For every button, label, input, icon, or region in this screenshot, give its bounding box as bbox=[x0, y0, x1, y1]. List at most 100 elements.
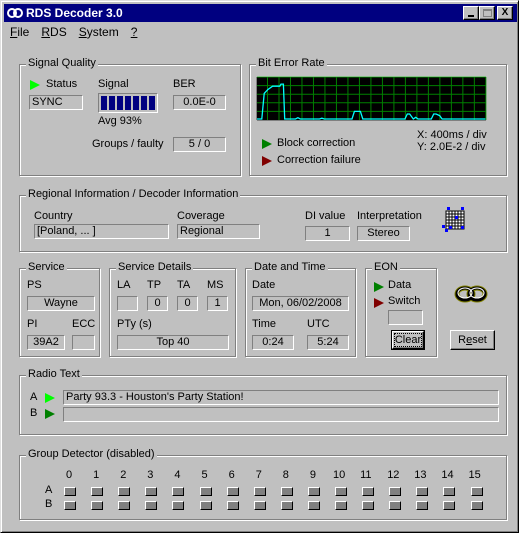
utc-label: UTC bbox=[307, 318, 330, 330]
la-label: LA bbox=[117, 279, 131, 291]
group-led-a-15 bbox=[470, 487, 483, 496]
service-details-title: Service Details bbox=[116, 261, 194, 273]
clear-button[interactable]: Clear bbox=[391, 330, 425, 350]
group-led-a-12 bbox=[389, 487, 402, 496]
radio-text-a-label: A bbox=[30, 391, 38, 403]
signal-quality-title: Signal Quality bbox=[26, 57, 98, 69]
group-led-a-8 bbox=[280, 487, 293, 496]
ecc-field bbox=[72, 335, 95, 350]
pi-label: PI bbox=[27, 318, 38, 330]
radio-text-group: Radio Text A Party 93.3 - Houston's Part… bbox=[19, 368, 507, 435]
status-label: Status bbox=[46, 78, 78, 90]
close-icon: X bbox=[501, 7, 509, 18]
radio-text-title: Radio Text bbox=[26, 368, 82, 380]
coverage-label: Coverage bbox=[177, 210, 225, 222]
la-field bbox=[117, 296, 138, 311]
group-column-label: 0 bbox=[66, 469, 73, 481]
group-led-a-6 bbox=[226, 487, 239, 496]
group-column-label: 11 bbox=[360, 469, 372, 481]
regional-info-title: Regional Information / Decoder Informati… bbox=[26, 188, 241, 200]
ms-label: MS bbox=[207, 279, 224, 291]
pi-field: 39A2 bbox=[27, 335, 65, 350]
signal-level-meter bbox=[98, 93, 158, 113]
group-column-label: 12 bbox=[387, 469, 400, 481]
status-field: SYNC bbox=[29, 95, 83, 110]
group-led-b-11 bbox=[362, 501, 375, 510]
main-window: RDS Decoder 3.0 X File RDS System ? Sign… bbox=[0, 0, 519, 533]
regional-info-group: Regional Information / Decoder Informati… bbox=[19, 188, 507, 252]
tp-label: TP bbox=[147, 279, 162, 291]
bit-error-rate-title: Bit Error Rate bbox=[256, 57, 327, 69]
group-led-a-5 bbox=[199, 487, 212, 496]
radio-text-a-field: Party 93.3 - Houston's Party Station! bbox=[63, 390, 499, 405]
group-led-b-8 bbox=[280, 501, 293, 510]
correction-failure-label: Correction failure bbox=[277, 154, 361, 166]
window-title: RDS Decoder 3.0 bbox=[26, 6, 123, 20]
group-column-label: 6 bbox=[228, 469, 235, 481]
country-field: [Poland, ... ] bbox=[34, 224, 169, 239]
minimize-button[interactable] bbox=[463, 6, 479, 20]
reset-button-label: Reset bbox=[458, 334, 487, 346]
groups-faulty-field: 5 / 0 bbox=[173, 137, 226, 152]
menu-rds[interactable]: RDS bbox=[35, 25, 72, 39]
group-led-a-3 bbox=[145, 487, 158, 496]
group-led-b-13 bbox=[416, 501, 429, 510]
eon-switch-field bbox=[388, 310, 423, 325]
menu-system[interactable]: System bbox=[73, 25, 125, 39]
group-column-label: 7 bbox=[255, 469, 262, 481]
group-column-label: 5 bbox=[201, 469, 208, 481]
di-value-field: 1 bbox=[305, 226, 350, 241]
close-button[interactable]: X bbox=[497, 6, 513, 20]
group-led-a-2 bbox=[118, 487, 131, 496]
groups-faulty-label: Groups / faulty bbox=[92, 138, 164, 150]
group-led-b-1 bbox=[91, 501, 104, 510]
ber-label: BER bbox=[173, 78, 196, 90]
clear-button-label: Clear bbox=[393, 333, 423, 347]
interpretation-label: Interpretation bbox=[357, 210, 422, 222]
pty-field: Top 40 bbox=[117, 335, 229, 350]
group-led-b-4 bbox=[172, 501, 185, 510]
group-led-a-13 bbox=[416, 487, 429, 496]
date-field: Mon, 06/02/2008 bbox=[252, 296, 349, 311]
radio-text-a-indicator-icon bbox=[45, 393, 55, 403]
group-led-a-9 bbox=[307, 487, 320, 496]
y-scale-label: Y: 2.0E-2 / div bbox=[417, 141, 486, 153]
eon-switch-label: Switch bbox=[388, 295, 421, 307]
rds-app-icon bbox=[7, 8, 23, 18]
reset-button[interactable]: Reset bbox=[450, 330, 495, 350]
group-led-a-7 bbox=[253, 487, 266, 496]
group-led-a-4 bbox=[172, 487, 185, 496]
group-column-label: 15 bbox=[468, 469, 481, 481]
service-details-group: Service Details LA TP 0 TA 0 MS 1 PTy (s… bbox=[109, 261, 236, 357]
link-chain-icon bbox=[454, 285, 488, 303]
group-column-label: 14 bbox=[441, 469, 454, 481]
group-led-b-5 bbox=[199, 501, 212, 510]
group-column-label: 2 bbox=[120, 469, 127, 481]
ps-field: Wayne bbox=[27, 296, 95, 311]
date-time-title: Date and Time bbox=[252, 261, 328, 273]
title-bar[interactable]: RDS Decoder 3.0 X bbox=[4, 4, 517, 22]
group-led-a-14 bbox=[443, 487, 456, 496]
group-led-b-3 bbox=[145, 501, 158, 510]
group-column-label: 3 bbox=[147, 469, 154, 481]
menu-file[interactable]: File bbox=[4, 25, 35, 39]
ber-chart bbox=[256, 76, 487, 121]
country-label: Country bbox=[34, 210, 73, 222]
tp-field: 0 bbox=[147, 296, 168, 311]
group-column-label: 1 bbox=[93, 469, 100, 481]
menu-help[interactable]: ? bbox=[125, 25, 144, 39]
signal-average: Avg 93% bbox=[98, 115, 142, 127]
service-title: Service bbox=[26, 261, 67, 273]
group-led-a-11 bbox=[362, 487, 375, 496]
minimize-icon bbox=[468, 15, 474, 17]
group-led-b-12 bbox=[389, 501, 402, 510]
group-led-b-0 bbox=[64, 501, 76, 510]
maximize-button[interactable] bbox=[479, 6, 495, 20]
group-column-label: 13 bbox=[414, 469, 427, 481]
ta-field: 0 bbox=[177, 296, 198, 311]
ecc-label: ECC bbox=[72, 318, 96, 330]
ber-field: 0.0E-0 bbox=[173, 95, 226, 110]
group-row-label: A bbox=[45, 484, 53, 496]
date-label: Date bbox=[252, 279, 276, 291]
date-time-group: Date and Time Date Mon, 06/02/2008 Time … bbox=[245, 261, 356, 357]
